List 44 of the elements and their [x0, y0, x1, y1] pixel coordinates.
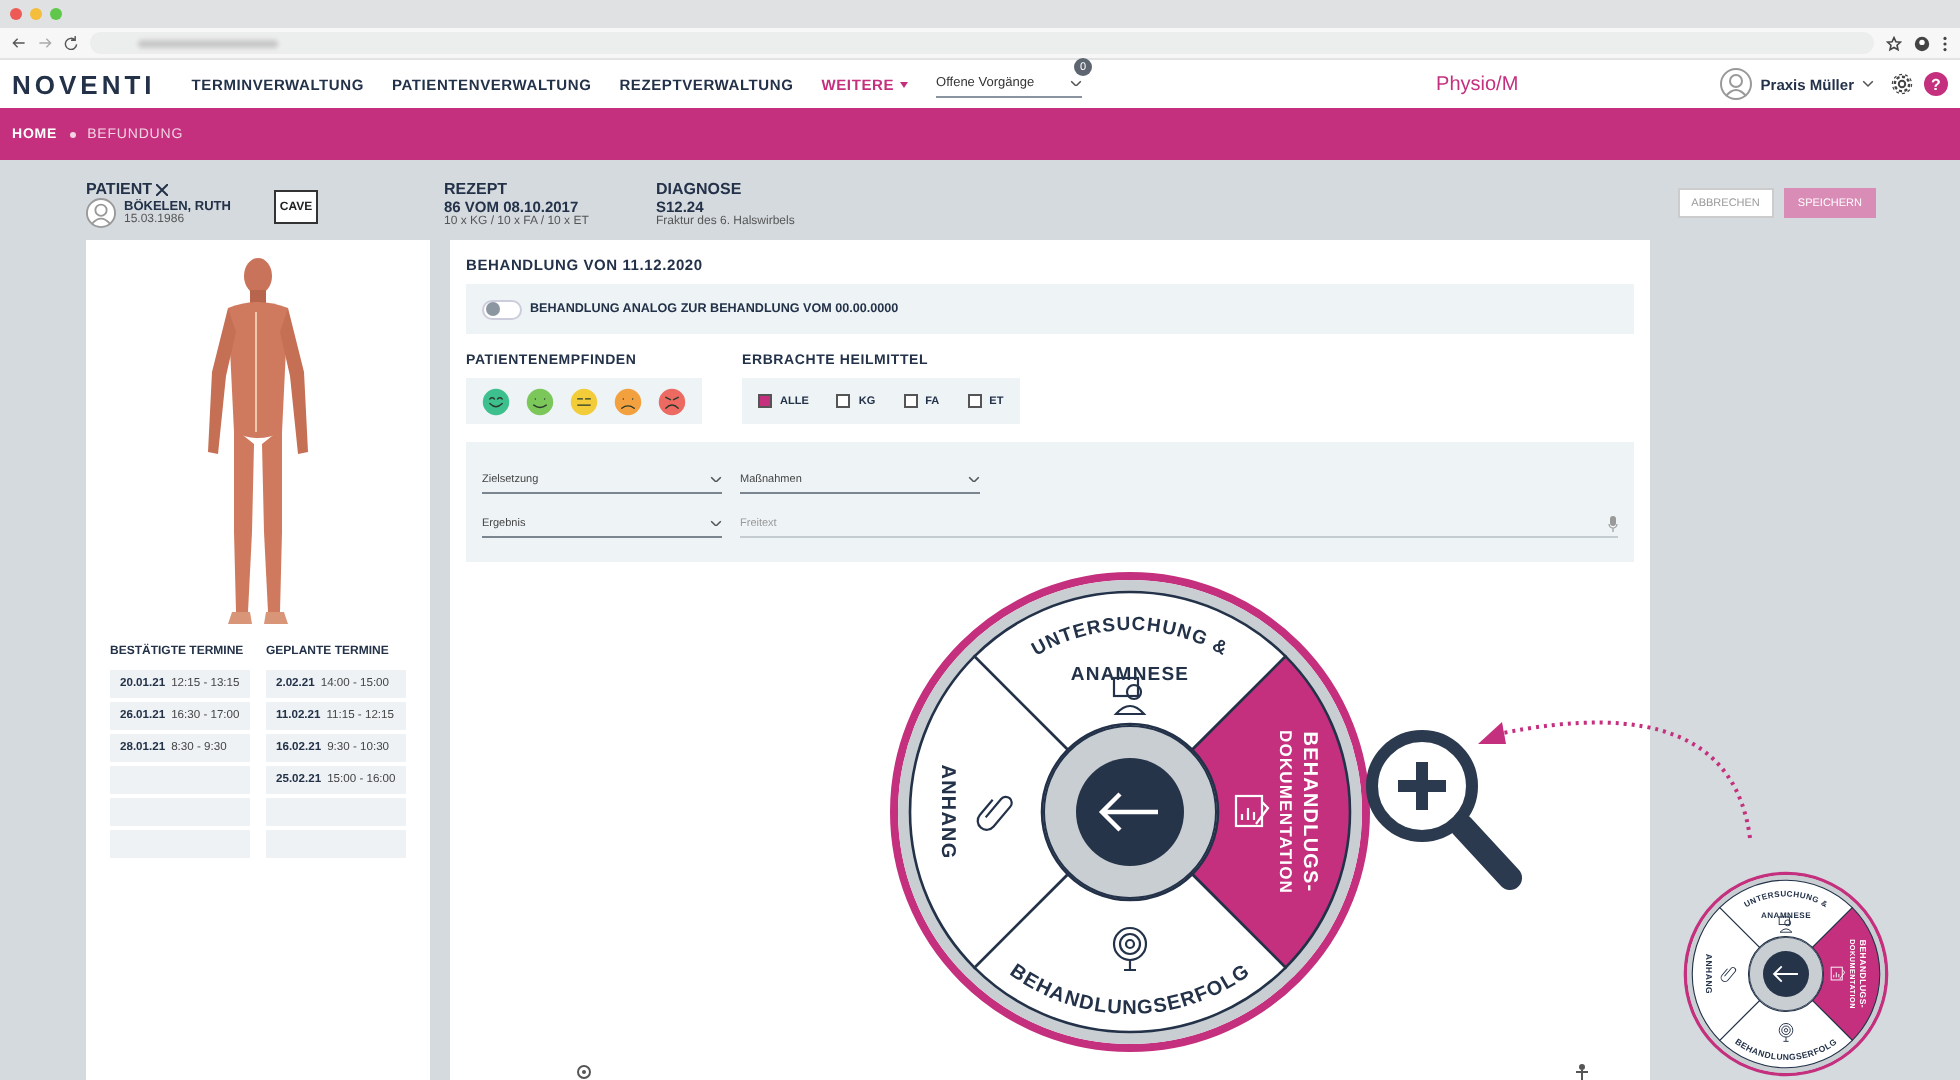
target-icon: [1778, 1022, 1794, 1042]
section-heading: DIAGNOSE: [656, 180, 744, 198]
segment-label: DOKUMENTATION: [1276, 729, 1296, 895]
back-button[interactable]: [1076, 758, 1184, 866]
mood-face[interactable]: [570, 387, 598, 415]
mood-face[interactable]: [482, 387, 510, 415]
mood-face[interactable]: [658, 387, 686, 415]
chevron-down-icon: [968, 475, 980, 483]
mood-face[interactable]: [614, 387, 642, 415]
chart-icon: [1234, 794, 1270, 828]
paperclip-icon: [976, 795, 1013, 831]
chart-icon: [1830, 966, 1846, 981]
chevron-down-icon: [710, 519, 722, 527]
section-heading: PATIENT: [86, 180, 246, 198]
avatar-icon: [1720, 68, 1753, 100]
separator-icon: [69, 131, 76, 137]
close-window-icon[interactable]: [10, 8, 22, 20]
wheel-segment[interactable]: [1691, 907, 1761, 1041]
star-icon[interactable]: [1886, 35, 1902, 51]
segment-label: BEHANDLUGS-: [1298, 731, 1320, 893]
avatar-icon: [86, 198, 116, 228]
paperclip-icon: [1720, 967, 1737, 983]
reload-icon[interactable]: [64, 36, 78, 50]
module-title: Physio/M: [1436, 73, 1521, 95]
segment-label: ANAMNESE: [1070, 664, 1190, 686]
section-heading: REZEPT: [444, 180, 510, 198]
figure-icon: [1574, 1064, 1590, 1080]
logo: NOVENTI: [12, 69, 156, 99]
settings-icon[interactable]: [1890, 72, 1914, 96]
close-icon[interactable]: [156, 183, 169, 195]
chevron-down-icon: [1070, 79, 1083, 87]
caret-icon: [900, 81, 909, 87]
person-screen-icon: [1778, 916, 1793, 933]
toggle-switch[interactable]: [482, 299, 522, 319]
chevron-down-icon: [1862, 80, 1874, 88]
mood-face[interactable]: [526, 387, 554, 415]
back-icon[interactable]: [12, 36, 26, 50]
profile-icon[interactable]: [1914, 35, 1930, 51]
microphone-icon[interactable]: [1608, 515, 1618, 531]
segment-label: ANHANG: [936, 764, 958, 860]
back-button[interactable]: [1763, 951, 1809, 997]
help-button[interactable]: ?: [1924, 72, 1948, 96]
chevron-down-icon: [710, 475, 722, 483]
more-icon[interactable]: [1942, 35, 1948, 51]
